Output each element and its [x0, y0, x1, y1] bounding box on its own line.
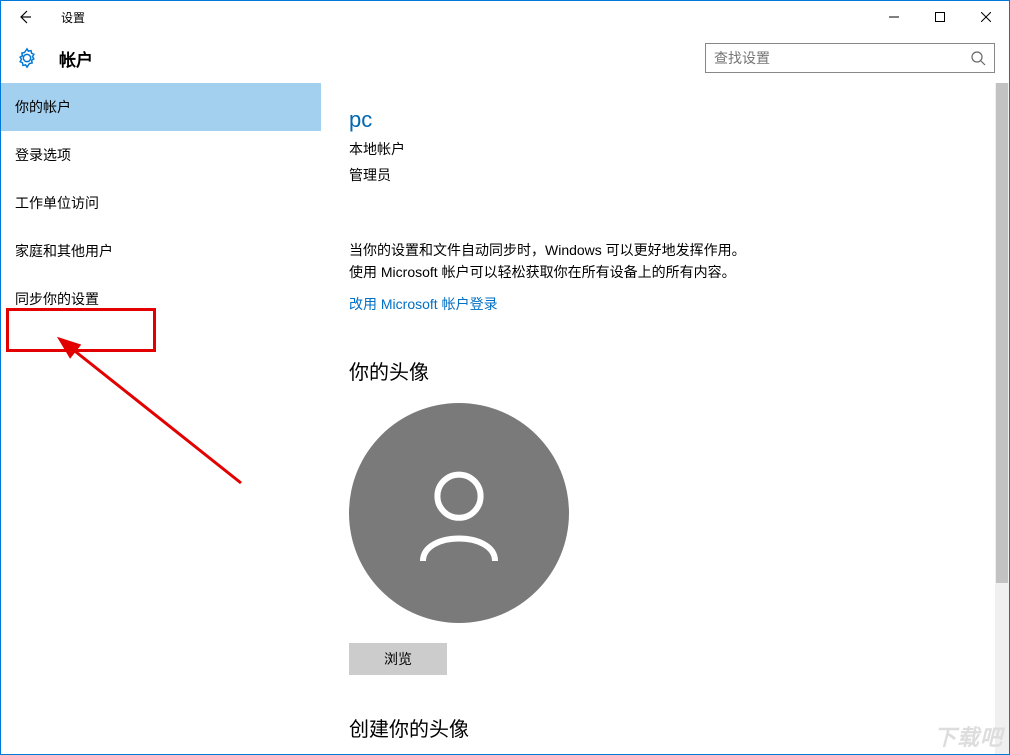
window-title: 设置: [61, 9, 85, 26]
browse-button-label: 浏览: [384, 649, 412, 669]
header: 帐户: [1, 33, 1009, 83]
ms-account-link[interactable]: 改用 Microsoft 帐户登录: [349, 294, 498, 314]
search-icon: [970, 50, 986, 66]
create-avatar-heading: 创建你的头像: [349, 713, 981, 742]
title-bar: 设置: [1, 1, 1009, 33]
sidebar-item-sync-settings[interactable]: 同步你的设置: [1, 275, 321, 323]
close-icon: [981, 12, 991, 22]
account-role: 管理员: [349, 165, 981, 185]
sync-description: 当你的设置和文件自动同步时，Windows 可以更好地发挥作用。使用 Micro…: [349, 239, 759, 284]
close-button[interactable]: [963, 1, 1009, 33]
gear-icon[interactable]: [15, 46, 39, 70]
person-icon: [399, 453, 519, 573]
avatar-image: [349, 403, 569, 623]
maximize-icon: [935, 12, 945, 22]
back-button[interactable]: [9, 1, 41, 33]
browse-button[interactable]: 浏览: [349, 643, 447, 675]
maximize-button[interactable]: [917, 1, 963, 33]
minimize-button[interactable]: [871, 1, 917, 33]
account-type: 本地帐户: [349, 139, 981, 159]
content-pane: pc 本地帐户 管理员 当你的设置和文件自动同步时，Windows 可以更好地发…: [321, 83, 1009, 754]
scrollbar-thumb[interactable]: [996, 83, 1008, 583]
sidebar-item-label: 同步你的设置: [15, 289, 99, 309]
sidebar: 你的帐户 登录选项 工作单位访问 家庭和其他用户 同步你的设置: [1, 83, 321, 754]
search-box[interactable]: [705, 43, 995, 73]
sidebar-item-label: 工作单位访问: [15, 193, 99, 213]
avatar-heading: 你的头像: [349, 356, 981, 385]
page-heading: 帐户: [59, 46, 93, 71]
username: pc: [349, 107, 981, 133]
scrollbar[interactable]: [995, 83, 1009, 754]
sidebar-item-label: 家庭和其他用户: [15, 241, 113, 261]
search-input[interactable]: [714, 50, 970, 66]
sidebar-item-family-other-users[interactable]: 家庭和其他用户: [1, 227, 321, 275]
sidebar-item-signin-options[interactable]: 登录选项: [1, 131, 321, 179]
sidebar-item-label: 登录选项: [15, 145, 71, 165]
sidebar-item-your-account[interactable]: 你的帐户: [1, 83, 321, 131]
arrow-left-icon: [17, 9, 33, 25]
minimize-icon: [889, 12, 899, 22]
sidebar-item-work-access[interactable]: 工作单位访问: [1, 179, 321, 227]
sidebar-item-label: 你的帐户: [15, 97, 71, 117]
